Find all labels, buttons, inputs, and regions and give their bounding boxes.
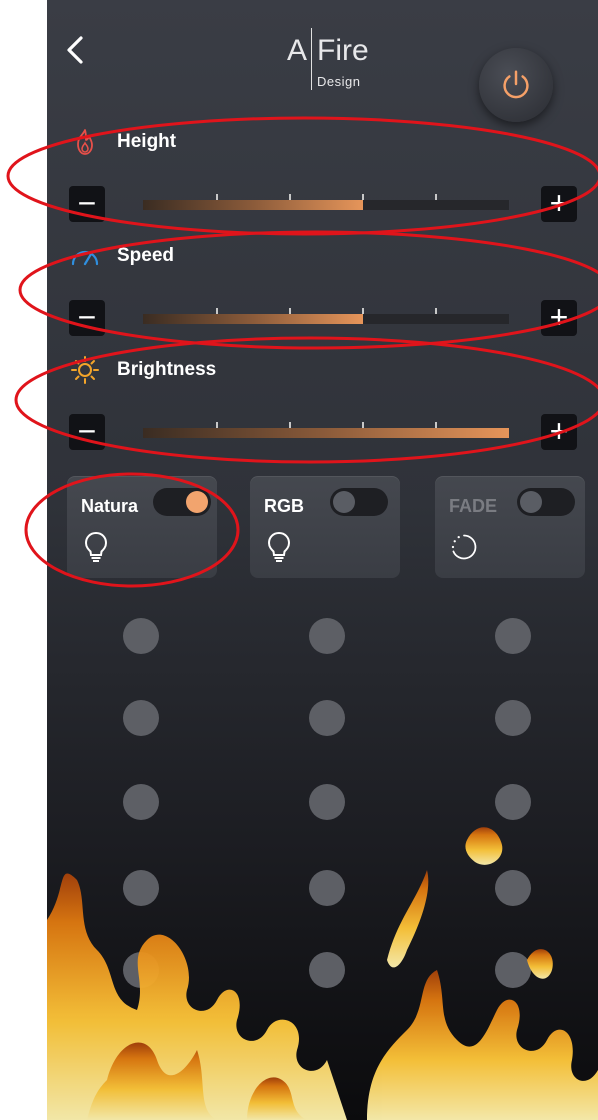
sun-icon [71,356,99,384]
height-label: Height [117,131,177,152]
speedometer-icon [71,250,99,266]
height-increase-button[interactable]: + [541,186,577,222]
speed-label: Speed [117,245,175,266]
slider-tick [362,422,364,428]
lightbulb-icon [84,531,108,562]
slider-tick [289,422,291,428]
slider-tick [289,308,291,314]
toggle-knob [520,491,542,513]
mode-label-fade: FADE [449,496,498,516]
toggle-knob [186,491,208,513]
slider-tick [216,422,218,428]
speed-slider[interactable] [143,308,509,324]
rgb-toggle[interactable] [330,488,388,516]
speed-slider-fill [143,314,363,324]
spinner-icon [451,534,477,560]
mode-label-rgb: RGB [264,496,304,516]
brightness-increase-button[interactable]: + [541,414,577,450]
toggle-knob [333,491,355,513]
mode-label-natural: Natura [81,496,139,516]
power-button[interactable] [479,48,553,122]
logo-word: Fire [317,34,369,67]
fade-toggle[interactable] [517,488,575,516]
brightness-label: Brightness [117,359,217,380]
color-dot[interactable] [309,618,345,654]
slider-tick [216,194,218,200]
height-slider[interactable] [143,194,509,210]
slider-tick [216,308,218,314]
height-decrease-button[interactable]: − [69,186,105,222]
height-control: Height − + [47,126,598,236]
lightbulb-icon [267,531,291,562]
mode-card-rgb[interactable]: RGB [250,476,400,578]
flame-icon [77,129,93,155]
brightness-control: Brightness − + [47,354,598,464]
app-screen: A Fire Design Height − + Speed − + Brigh… [47,0,598,1120]
slider-tick [362,194,364,200]
natural-toggle[interactable] [153,488,211,516]
slider-tick [289,194,291,200]
mode-card-natural[interactable]: Natura [67,476,217,578]
brightness-slider[interactable] [143,422,509,438]
back-button[interactable] [57,30,97,70]
power-icon [503,70,529,99]
speed-increase-button[interactable]: + [541,300,577,336]
back-chevron-icon [67,36,83,64]
logo-divider [311,28,312,90]
color-dot[interactable] [123,618,159,654]
speed-control: Speed − + [47,240,598,350]
speed-decrease-button[interactable]: − [69,300,105,336]
color-dot[interactable] [123,700,159,736]
height-slider-fill [143,200,363,210]
brightness-slider-fill [143,428,509,438]
slider-tick [362,308,364,314]
logo-letter: A [287,34,309,67]
color-dot[interactable] [495,618,531,654]
slider-tick [435,308,437,314]
fire-animation [47,827,598,1120]
slider-tick [435,194,437,200]
logo-subtitle: Design [317,74,361,89]
brightness-decrease-button[interactable]: − [69,414,105,450]
mode-card-fade[interactable]: FADE [435,476,585,578]
color-dot[interactable] [309,700,345,736]
color-dot[interactable] [495,700,531,736]
slider-tick [435,422,437,428]
